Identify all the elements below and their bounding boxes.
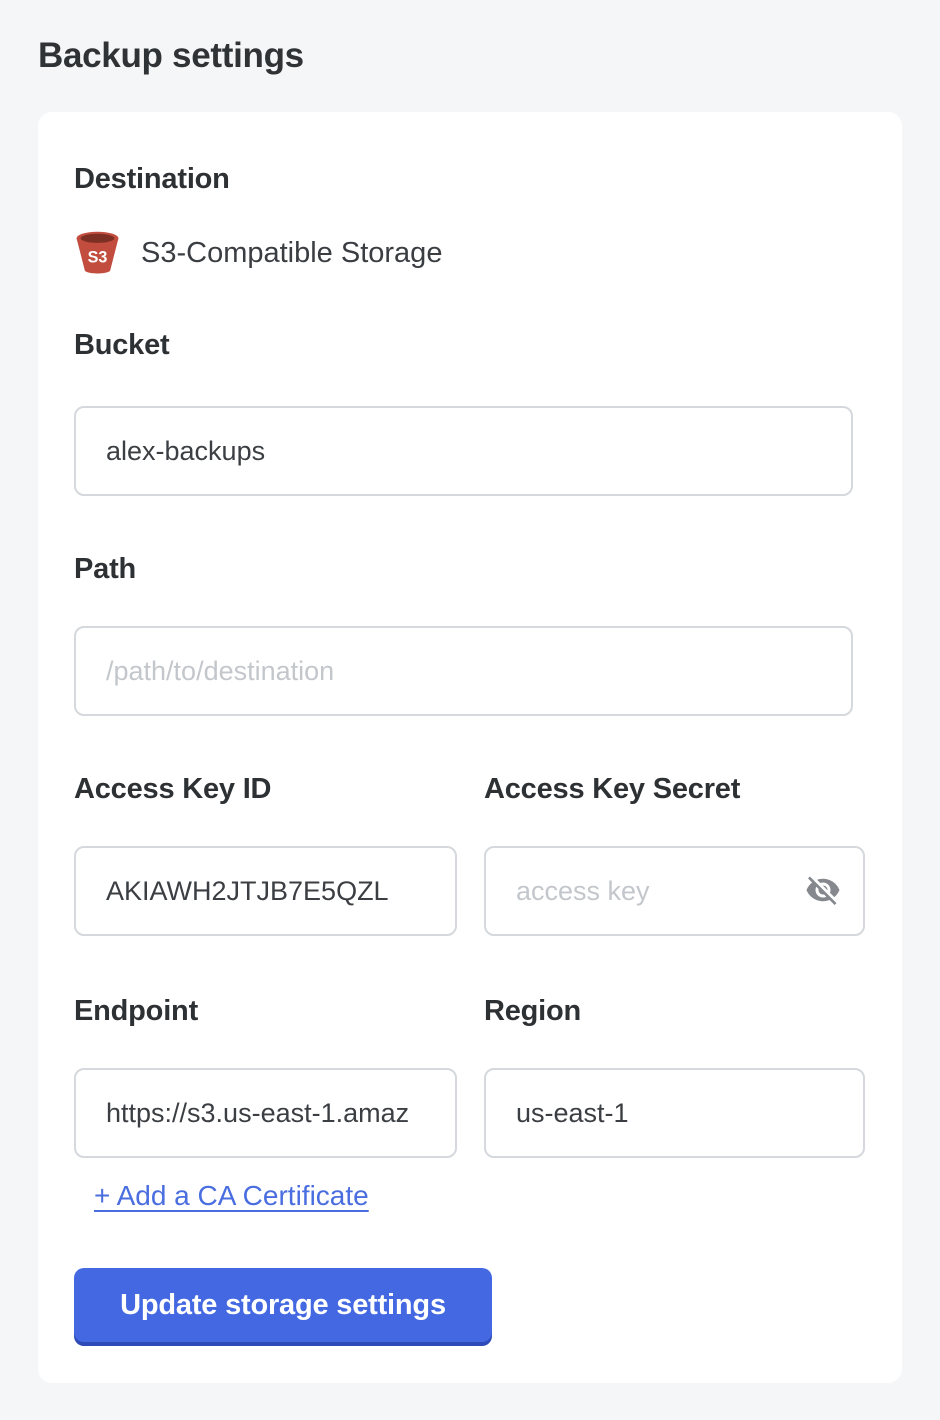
add-ca-certificate-link[interactable]: + Add a CA Certificate [94, 1180, 369, 1212]
backup-settings-card: Destination S3 S3-Compatible Storage Buc… [38, 112, 902, 1383]
access-key-id-label: Access Key ID [74, 772, 457, 806]
path-label: Path [74, 552, 866, 586]
toggle-secret-visibility-button[interactable] [803, 870, 843, 910]
access-key-secret-label: Access Key Secret [484, 772, 865, 806]
region-field: Region [484, 994, 865, 1158]
update-storage-settings-button[interactable]: Update storage settings [74, 1268, 492, 1342]
s3-bucket-icon: S3 [74, 230, 121, 276]
bucket-label: Bucket [74, 328, 866, 362]
access-key-id-input[interactable] [74, 846, 457, 936]
endpoint-label: Endpoint [74, 994, 457, 1028]
access-key-secret-field: Access Key Secret [484, 772, 865, 936]
destination-label: Destination [74, 162, 866, 196]
destination-row: S3 S3-Compatible Storage [74, 230, 866, 276]
path-input[interactable] [74, 626, 853, 716]
eye-off-icon [805, 872, 841, 908]
region-label: Region [484, 994, 865, 1028]
svg-text:S3: S3 [88, 249, 108, 267]
bucket-input[interactable] [74, 406, 853, 496]
page-title: Backup settings [38, 36, 940, 76]
endpoint-field: Endpoint [74, 994, 457, 1158]
destination-value: S3-Compatible Storage [141, 237, 442, 270]
endpoint-input[interactable] [74, 1068, 457, 1158]
access-key-id-field: Access Key ID [74, 772, 457, 936]
region-input[interactable] [484, 1068, 865, 1158]
